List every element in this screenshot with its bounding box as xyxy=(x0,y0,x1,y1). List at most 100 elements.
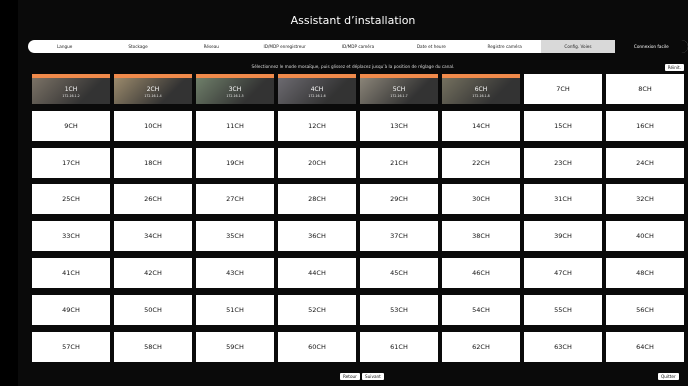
step-storage[interactable]: Stockage xyxy=(101,40,174,53)
wizard-title: Assistant d’installation xyxy=(290,14,416,27)
wizard-steps: Langue Stockage Réseau ID/MDP enregistre… xyxy=(28,40,688,53)
channel-tile[interactable]: 36CH xyxy=(278,221,356,252)
camera-tile[interactable]: 1CH 172.16.1.2 xyxy=(32,74,110,104)
channel-tile[interactable]: 57CH xyxy=(32,331,110,362)
channel-label: 61CH xyxy=(390,342,408,351)
channel-tile[interactable]: 50CH xyxy=(114,294,192,325)
step-language[interactable]: Langue xyxy=(28,40,101,53)
channel-tile[interactable]: 62CH xyxy=(442,331,520,362)
channel-tile[interactable]: 53CH xyxy=(360,294,438,325)
channel-tile[interactable]: 10CH xyxy=(114,110,192,141)
channel-tile[interactable]: 59CH xyxy=(196,331,274,362)
channel-tile[interactable]: 28CH xyxy=(278,184,356,215)
channel-label: 39CH xyxy=(554,232,572,241)
step-date-time[interactable]: Date et heure xyxy=(395,40,468,53)
channel-label: 24CH xyxy=(636,158,654,167)
step-channel-config[interactable]: Config. Voies xyxy=(541,40,615,53)
channel-tile[interactable]: 31CH xyxy=(524,184,602,215)
channel-tile[interactable]: 47CH xyxy=(524,258,602,288)
channel-tile[interactable]: 40CH xyxy=(606,221,684,252)
channel-tile[interactable]: 29CH xyxy=(360,184,438,215)
channel-tile[interactable]: 55CH xyxy=(524,294,602,325)
channel-tile[interactable]: 60CH xyxy=(278,331,356,362)
camera-ip: 172.16.1.8 xyxy=(472,94,490,98)
channel-tile[interactable]: 46CH xyxy=(442,258,520,288)
channel-label: 6CH xyxy=(474,86,488,93)
channel-label: 35CH xyxy=(226,232,244,241)
step-network[interactable]: Réseau xyxy=(175,40,248,53)
channel-row: 57CH 58CH 59CH 60CH 61CH 62CH 63CH 64CH xyxy=(32,331,688,362)
channel-label: 52CH xyxy=(308,305,326,314)
camera-tile[interactable]: 5CH 172.16.1.7 xyxy=(360,74,438,104)
channel-tile[interactable]: 14CH xyxy=(442,110,520,141)
channel-tile[interactable]: 19CH xyxy=(196,147,274,178)
channel-tile[interactable]: 22CH xyxy=(442,147,520,178)
channel-label: 27CH xyxy=(226,195,244,204)
channel-tile[interactable]: 58CH xyxy=(114,331,192,362)
channel-label: 37CH xyxy=(390,232,408,241)
channel-row: 9CH 10CH 11CH 12CH 13CH 14CH 15CH 16CH xyxy=(32,110,688,141)
camera-tile[interactable]: 6CH 172.16.1.8 xyxy=(442,74,520,104)
channel-label: 25CH xyxy=(62,195,80,204)
channel-tile[interactable]: 9CH xyxy=(32,110,110,141)
channel-tile[interactable]: 64CH xyxy=(606,331,684,362)
channel-tile[interactable]: 45CH xyxy=(360,258,438,288)
camera-ip: 172.16.1.4 xyxy=(144,94,162,98)
channel-tile[interactable]: 38CH xyxy=(442,221,520,252)
channel-tile[interactable]: 16CH xyxy=(606,110,684,141)
back-button[interactable]: Retour xyxy=(340,373,360,380)
channel-tile[interactable]: 30CH xyxy=(442,184,520,215)
next-button[interactable]: Suivant xyxy=(362,373,384,380)
camera-tile[interactable]: 3CH 172.16.1.5 xyxy=(196,74,274,104)
channel-tile[interactable]: 23CH xyxy=(524,147,602,178)
channel-tile[interactable]: 39CH xyxy=(524,221,602,252)
channel-tile[interactable]: 42CH xyxy=(114,258,192,288)
channel-tile[interactable]: 15CH xyxy=(524,110,602,141)
channel-tile[interactable]: 12CH xyxy=(278,110,356,141)
channel-tile[interactable]: 41CH xyxy=(32,258,110,288)
camera-tile[interactable]: 4CH 172.16.1.6 xyxy=(278,74,356,104)
channel-tile[interactable]: 63CH xyxy=(524,331,602,362)
step-recorder-credentials[interactable]: ID/MDP enregistreur xyxy=(248,40,321,53)
channel-label: 45CH xyxy=(390,269,408,277)
channel-tile[interactable]: 61CH xyxy=(360,331,438,362)
step-camera-register[interactable]: Registre caméra xyxy=(468,40,541,53)
channel-label: 47CH xyxy=(554,269,572,277)
channel-label: 8CH xyxy=(638,85,652,93)
channel-tile[interactable]: 17CH xyxy=(32,147,110,178)
channel-tile[interactable]: 51CH xyxy=(196,294,274,325)
channel-tile[interactable]: 27CH xyxy=(196,184,274,215)
channel-tile[interactable]: 37CH xyxy=(360,221,438,252)
channel-tile[interactable]: 32CH xyxy=(606,184,684,215)
camera-tile[interactable]: 2CH 172.16.1.4 xyxy=(114,74,192,104)
channel-tile[interactable]: 24CH xyxy=(606,147,684,178)
channel-tile[interactable]: 33CH xyxy=(32,221,110,252)
channel-tile[interactable]: 56CH xyxy=(606,294,684,325)
channel-tile[interactable]: 54CH xyxy=(442,294,520,325)
channel-tile[interactable]: 44CH xyxy=(278,258,356,288)
channel-tile[interactable]: 43CH xyxy=(196,258,274,288)
channel-tile[interactable]: 21CH xyxy=(360,147,438,178)
step-easy-connect[interactable]: Connexion facile xyxy=(614,40,688,53)
channel-tile[interactable]: 35CH xyxy=(196,221,274,252)
channel-tile[interactable]: 13CH xyxy=(360,110,438,141)
camera-ip: 172.16.1.7 xyxy=(390,94,408,98)
channel-row: 17CH 18CH 19CH 20CH 21CH 22CH 23CH 24CH xyxy=(32,147,688,178)
channel-tile[interactable]: 20CH xyxy=(278,147,356,178)
channel-label: 32CH xyxy=(636,195,654,204)
channel-label: 56CH xyxy=(636,305,654,314)
channel-tile[interactable]: 34CH xyxy=(114,221,192,252)
quit-button[interactable]: Quitter xyxy=(658,373,679,380)
channel-tile[interactable]: 11CH xyxy=(196,110,274,141)
channel-tile[interactable]: 48CH xyxy=(606,258,684,288)
step-camera-credentials[interactable]: ID/MDP caméra xyxy=(321,40,394,53)
channel-tile[interactable]: 49CH xyxy=(32,294,110,325)
channel-tile[interactable]: 18CH xyxy=(114,147,192,178)
channel-tile[interactable]: 25CH xyxy=(32,184,110,215)
channel-tile[interactable]: 7CH xyxy=(524,74,602,104)
channel-tile[interactable]: 8CH xyxy=(606,74,684,104)
channel-tile[interactable]: 26CH xyxy=(114,184,192,215)
channel-tile[interactable]: 52CH xyxy=(278,294,356,325)
reset-button[interactable]: Réinit. xyxy=(664,64,684,71)
channel-label: 16CH xyxy=(636,121,654,130)
